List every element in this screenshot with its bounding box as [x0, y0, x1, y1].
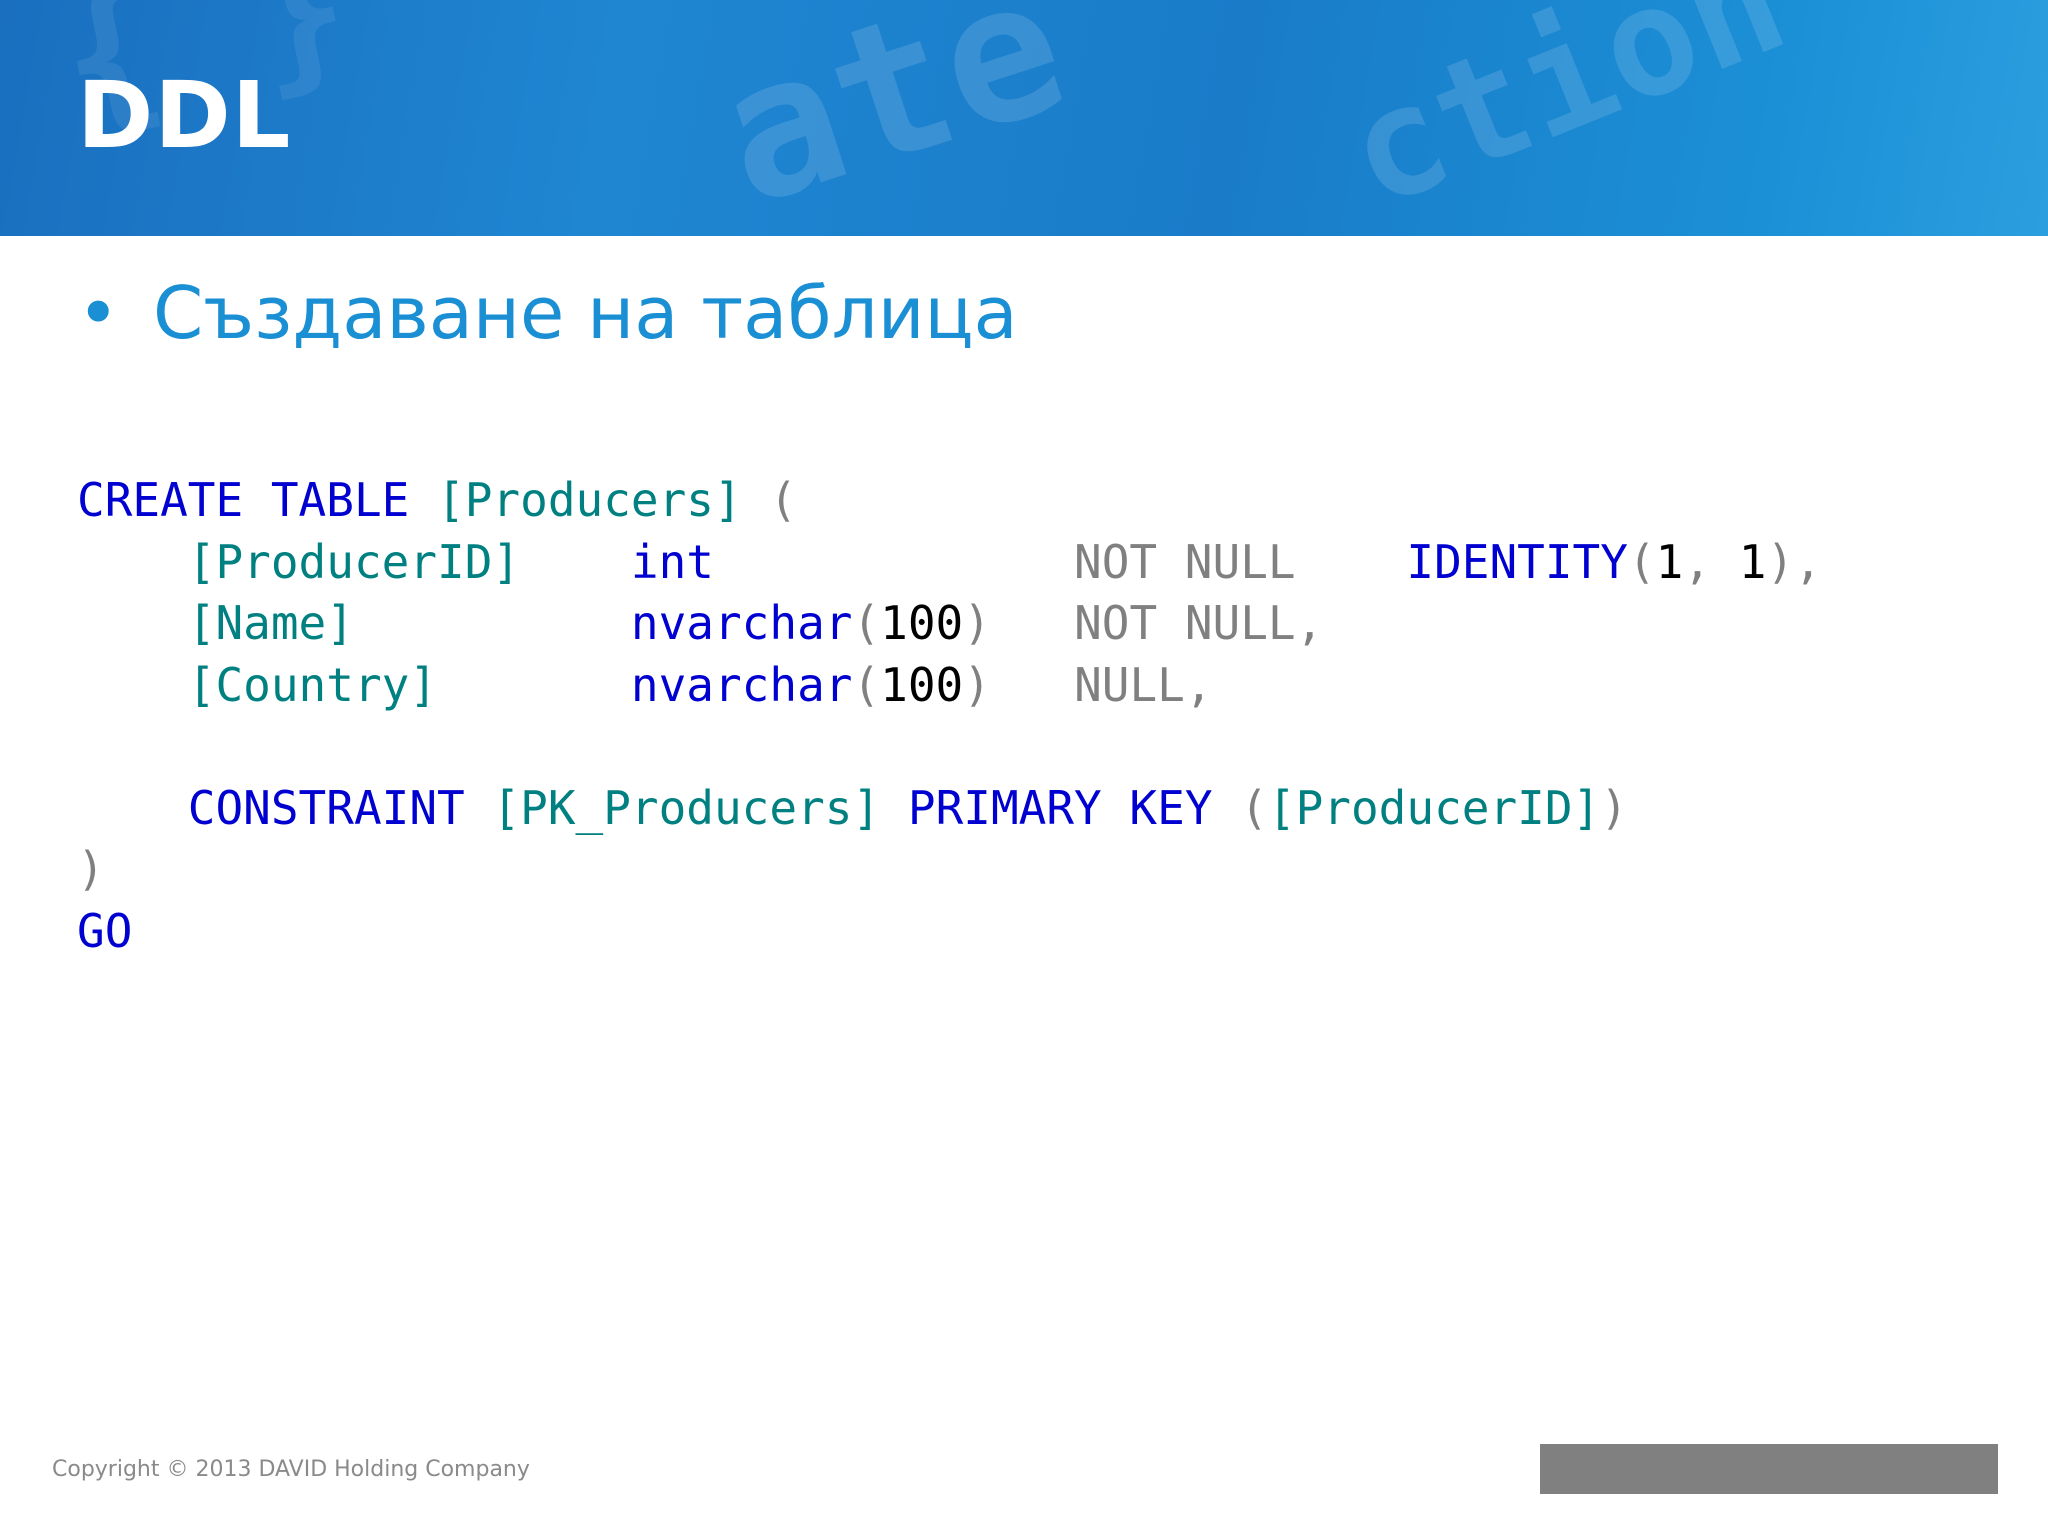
- code-token: nvarchar: [630, 657, 853, 712]
- code-token: ,: [1683, 534, 1739, 589]
- code-token: (: [852, 657, 881, 712]
- code-line: [Country] nvarchar(100) NULL,: [77, 655, 1822, 717]
- code-token: [PK_Producers]: [492, 780, 881, 835]
- bullet-item: • Създаване на таблица: [77, 268, 1018, 358]
- code-token: ): [1600, 780, 1628, 835]
- header-decoration-watermark: ction: [1323, 0, 1808, 236]
- code-token: NULL,: [1074, 657, 1213, 712]
- code-token: 1: [1655, 534, 1684, 589]
- code-token: CREATE TABLE: [77, 473, 410, 527]
- code-token: IDENTITY: [1406, 534, 1628, 589]
- bullet-icon: •: [77, 271, 120, 355]
- code-token: [Producers]: [437, 473, 742, 527]
- slide-title: DDL: [77, 62, 292, 169]
- code-token: 1: [1738, 534, 1767, 589]
- code-token: [Country]: [187, 657, 438, 712]
- bullet-text: Създаване на таблица: [153, 271, 1018, 355]
- code-token: (: [1627, 534, 1656, 589]
- code-line: CONSTRAINT [PK_Producers] PRIMARY KEY ([…: [77, 778, 1822, 840]
- code-token: [ProducerID]: [1267, 780, 1601, 835]
- copyright-footer: Copyright © 2013 DAVID Holding Company: [52, 1457, 530, 1482]
- code-token: [ProducerID]: [187, 534, 521, 589]
- code-token: NOT NULL,: [1074, 596, 1324, 650]
- slide: { } ate ction DDL • Създаване на таблица …: [0, 0, 2048, 1536]
- footer-bar: [1540, 1444, 1998, 1494]
- header-decoration-watermark: ate: [694, 0, 1089, 236]
- code-token: int: [630, 534, 714, 589]
- code-token: (: [1212, 780, 1268, 835]
- code-line: [Name] nvarchar(100) NOT NULL,: [77, 593, 1822, 655]
- code-token: GO: [77, 903, 133, 958]
- header-banner: { } ate ction DDL: [0, 0, 2048, 236]
- code-line: [ProducerID] int NOT NULL IDENTITY(1, 1)…: [77, 532, 1822, 594]
- code-line: ): [77, 839, 1822, 901]
- sql-code-block: CREATE TABLE [Producers] ( [ProducerID] …: [77, 470, 1822, 962]
- code-token: (: [852, 596, 881, 650]
- code-line: GO: [77, 901, 1822, 963]
- code-token: ): [963, 657, 991, 712]
- code-token: 100: [880, 657, 964, 712]
- code-token: [Name]: [187, 596, 354, 650]
- code-token: (: [741, 473, 798, 527]
- code-token: nvarchar: [630, 596, 853, 650]
- code-token: PRIMARY KEY: [907, 780, 1213, 835]
- code-token: ),: [1766, 534, 1822, 589]
- code-token: ): [963, 596, 991, 650]
- code-token: 100: [880, 596, 964, 650]
- code-token: CONSTRAINT: [187, 780, 465, 835]
- code-token: ): [77, 842, 105, 896]
- code-token: NOT NULL: [1074, 534, 1296, 589]
- code-line: CREATE TABLE [Producers] (: [77, 470, 1822, 532]
